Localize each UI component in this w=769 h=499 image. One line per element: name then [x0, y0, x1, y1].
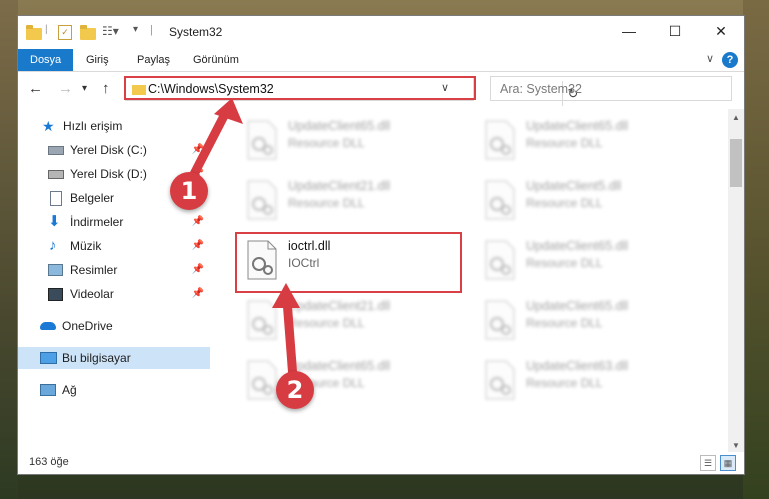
annotation-arrows	[187, 98, 300, 383]
arrow-to-address-bar	[187, 98, 243, 183]
arrow-to-ioctrl-file	[272, 283, 300, 383]
step-2-badge: 2	[276, 371, 314, 409]
step-1-badge: 1	[170, 172, 208, 210]
